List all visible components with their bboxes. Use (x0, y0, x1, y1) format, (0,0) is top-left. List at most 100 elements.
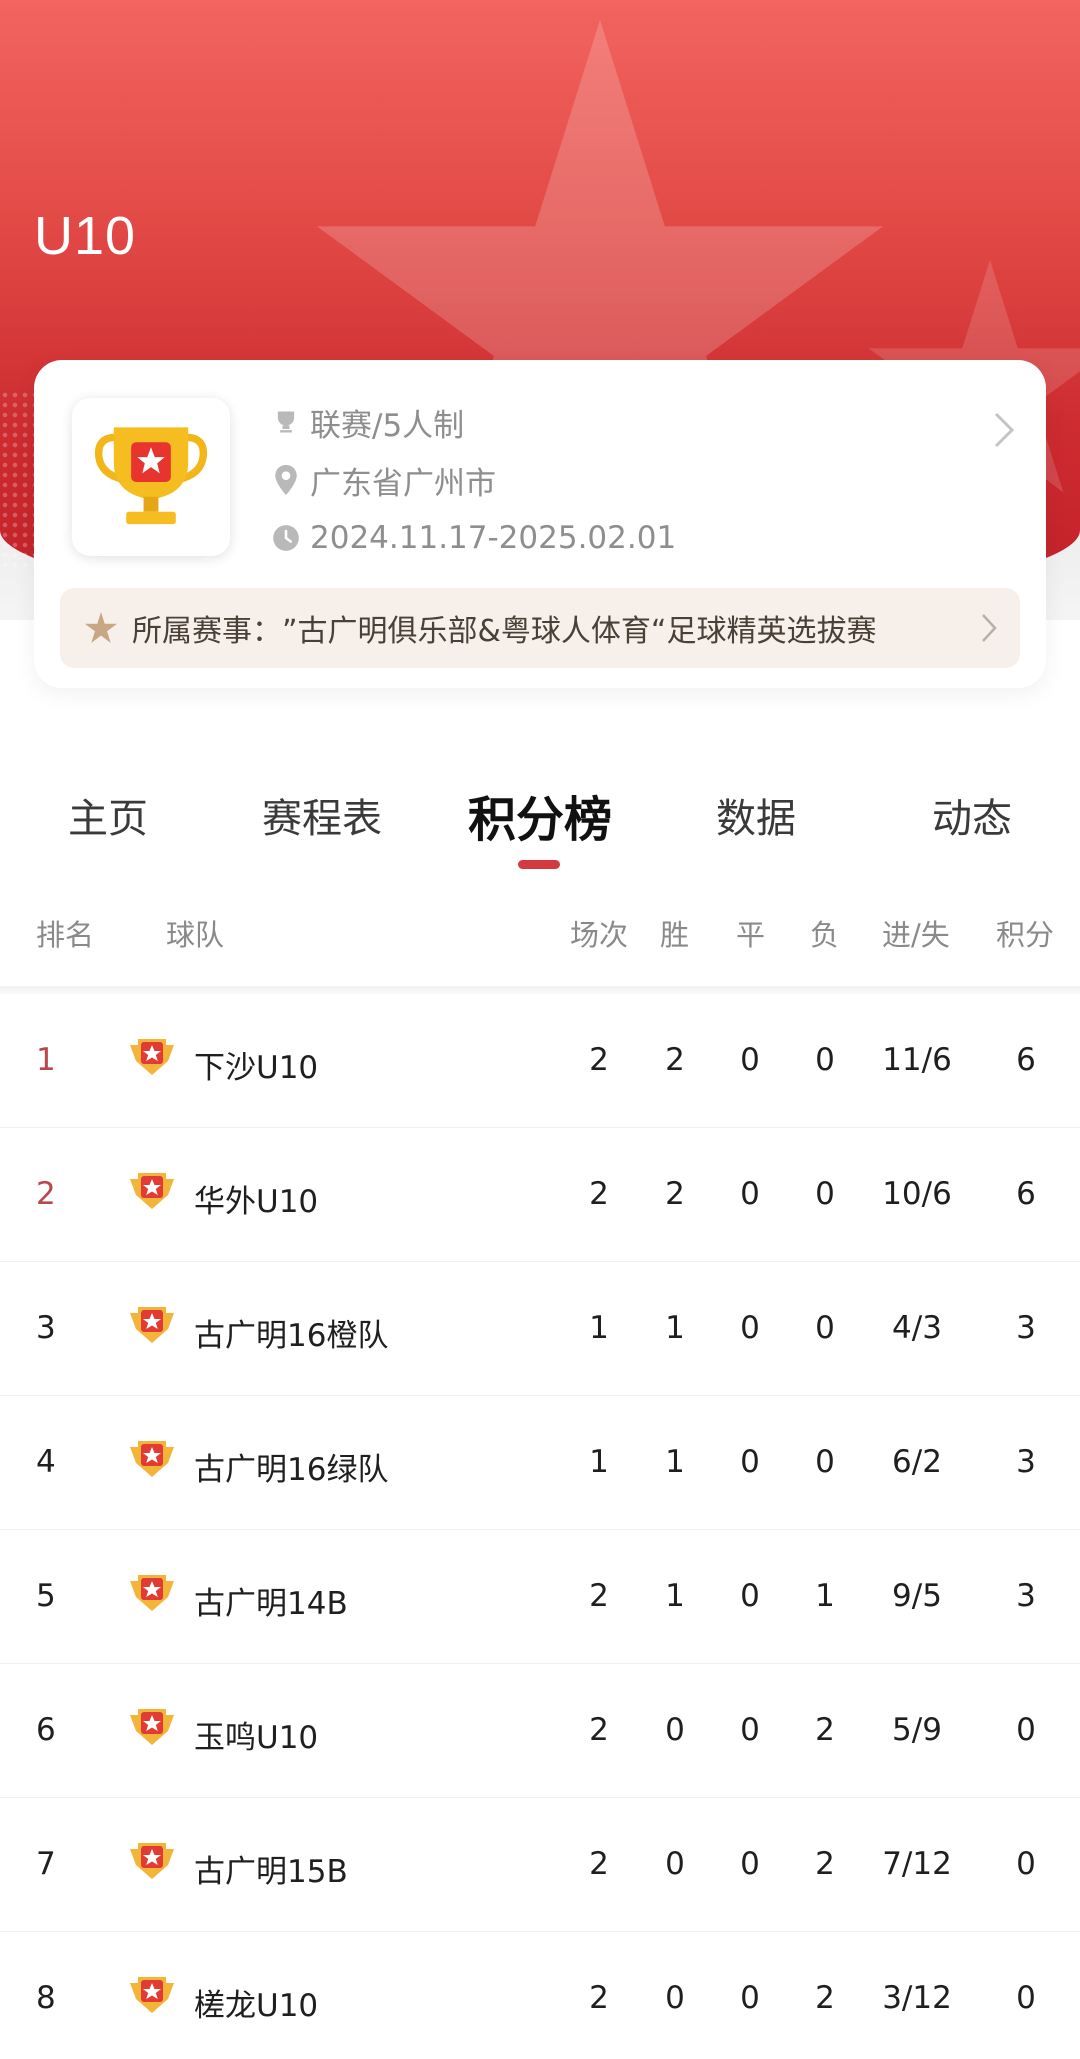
tab-schedule[interactable]: 赛程表 (262, 786, 382, 844)
header-rank: 排名 (36, 918, 95, 952)
played-cell: 2 (589, 1846, 609, 1882)
goals-cell: 4/3 (892, 1310, 942, 1346)
won-cell: 2 (665, 1042, 685, 1078)
competition-format: 联赛/5人制 (270, 402, 464, 444)
goals-cell: 7/12 (882, 1846, 952, 1882)
table-row[interactable]: 3 古广明16橙队 1 1 0 0 4/3 3 (0, 1262, 1080, 1396)
team-name-cell: 古广明16橙队 (194, 1318, 389, 1354)
team-name-cell: 古广明16绿队 (194, 1452, 389, 1488)
parent-event-link[interactable]: 所属赛事： ”古广明俱乐部&粤球人体育“足球精英选拔赛 (60, 588, 1020, 668)
lost-cell: 0 (815, 1042, 835, 1078)
lost-cell: 0 (815, 1176, 835, 1212)
team-name-cell: 华外U10 (194, 1184, 319, 1220)
team-badge-icon (128, 1171, 176, 1219)
played-cell: 2 (589, 1578, 609, 1614)
chevron-right-icon (980, 612, 998, 652)
header-won: 胜 (660, 918, 690, 952)
team-name-cell: 下沙U10 (194, 1050, 319, 1086)
star-icon (84, 612, 118, 644)
draw-cell: 0 (740, 1310, 760, 1346)
rank-cell: 6 (36, 1712, 56, 1748)
table-row[interactable]: 1 下沙U10 2 2 0 0 11/6 6 (0, 994, 1080, 1128)
table-row[interactable]: 5 古广明14B 2 1 0 1 9/5 3 (0, 1530, 1080, 1664)
draw-cell: 0 (740, 1042, 760, 1078)
draw-cell: 0 (740, 1846, 760, 1882)
team-name-cell: 槎龙U10 (194, 1988, 319, 2024)
played-cell: 2 (589, 1980, 609, 2016)
competition-info-card[interactable]: 联赛/5人制 广东省广州市 2024.11.17-2025.02.01 所属赛事… (34, 360, 1046, 688)
table-row[interactable]: 2 华外U10 2 2 0 0 10/6 6 (0, 1128, 1080, 1262)
won-cell: 1 (665, 1444, 685, 1480)
competition-location: 广东省广州市 (270, 460, 496, 502)
draw-cell: 0 (740, 1578, 760, 1614)
points-cell: 6 (1016, 1176, 1036, 1212)
won-cell: 1 (665, 1310, 685, 1346)
table-row[interactable]: 8 槎龙U10 2 0 0 2 3/12 0 (0, 1932, 1080, 2059)
won-cell: 2 (665, 1176, 685, 1212)
goals-cell: 10/6 (882, 1176, 952, 1212)
played-cell: 1 (589, 1444, 609, 1480)
points-cell: 6 (1016, 1042, 1036, 1078)
clock-icon (270, 522, 302, 554)
rank-cell: 5 (36, 1578, 56, 1614)
rank-cell: 7 (36, 1846, 56, 1882)
team-name-cell: 古广明15B (194, 1854, 348, 1890)
lost-cell: 0 (815, 1310, 835, 1346)
points-cell: 0 (1016, 1712, 1036, 1748)
header-goals: 进/失 (882, 918, 950, 952)
active-tab-indicator (518, 860, 560, 869)
table-row[interactable]: 7 古广明15B 2 0 0 2 7/12 0 (0, 1798, 1080, 1932)
draw-cell: 0 (740, 1712, 760, 1748)
table-row[interactable]: 6 玉鸣U10 2 0 0 2 5/9 0 (0, 1664, 1080, 1798)
team-name-cell: 古广明14B (194, 1586, 348, 1622)
team-badge-icon (128, 1841, 176, 1889)
team-badge-icon (128, 1439, 176, 1487)
won-cell: 0 (665, 1712, 685, 1748)
location-pin-icon (270, 464, 302, 496)
header-team: 球队 (166, 918, 225, 952)
team-badge-icon (128, 1707, 176, 1755)
lost-cell: 0 (815, 1444, 835, 1480)
standings-table-header: 排名 球队 场次 胜 平 负 进/失 积分 (0, 900, 1080, 988)
goals-cell: 3/12 (882, 1980, 952, 2016)
header-played: 场次 (570, 918, 629, 952)
tab-standings[interactable]: 积分榜 (468, 780, 612, 850)
header-points: 积分 (996, 918, 1055, 952)
won-cell: 1 (665, 1578, 685, 1614)
header-lost: 负 (810, 918, 840, 952)
parent-event-name: ”古广明俱乐部&粤球人体育“足球精英选拔赛 (282, 614, 877, 649)
tab-news[interactable]: 动态 (932, 786, 1012, 844)
rank-cell: 4 (36, 1444, 56, 1480)
team-badge-icon (128, 1573, 176, 1621)
played-cell: 1 (589, 1310, 609, 1346)
goals-cell: 11/6 (882, 1042, 952, 1078)
table-row[interactable]: 4 古广明16绿队 1 1 0 0 6/2 3 (0, 1396, 1080, 1530)
header-draw: 平 (736, 918, 766, 952)
draw-cell: 0 (740, 1444, 760, 1480)
points-cell: 3 (1016, 1310, 1036, 1346)
parent-event-label: 所属赛事： (132, 614, 282, 649)
goals-cell: 9/5 (892, 1578, 942, 1614)
competition-logo (72, 398, 230, 556)
team-badge-icon (128, 1037, 176, 1085)
page-title: U10 (34, 206, 137, 266)
chevron-right-icon[interactable] (992, 410, 1016, 454)
competition-location-text: 广东省广州市 (310, 465, 496, 502)
goals-cell: 5/9 (892, 1712, 942, 1748)
tab-stats[interactable]: 数据 (716, 786, 796, 844)
points-cell: 0 (1016, 1980, 1036, 2016)
lost-cell: 2 (815, 1980, 835, 2016)
won-cell: 0 (665, 1846, 685, 1882)
team-badge-icon (128, 1975, 176, 2023)
trophy-icon (94, 427, 208, 525)
played-cell: 2 (589, 1176, 609, 1212)
team-name-cell: 玉鸣U10 (194, 1720, 319, 1756)
points-cell: 3 (1016, 1578, 1036, 1614)
lost-cell: 2 (815, 1712, 835, 1748)
tab-home[interactable]: 主页 (68, 786, 148, 844)
header-divider (0, 986, 1080, 994)
lost-cell: 1 (815, 1578, 835, 1614)
draw-cell: 0 (740, 1176, 760, 1212)
goals-cell: 6/2 (892, 1444, 942, 1480)
rank-cell: 1 (36, 1042, 56, 1078)
